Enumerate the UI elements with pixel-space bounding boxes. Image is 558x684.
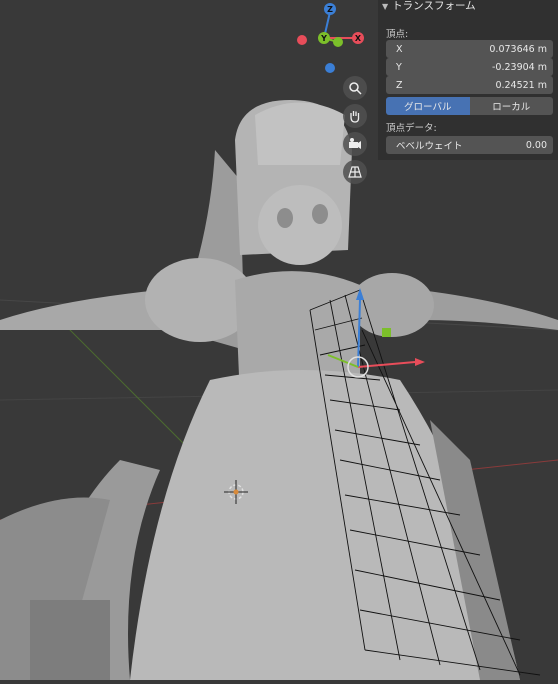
- coordinate-space-toggle[interactable]: グローバル ローカル: [386, 97, 553, 115]
- y-field[interactable]: Y -0.23904 m: [386, 58, 553, 76]
- camera-icon[interactable]: [343, 132, 367, 156]
- x-field[interactable]: X 0.073646 m: [386, 40, 553, 58]
- z-axis-label[interactable]: Z: [324, 3, 336, 15]
- z-field-value: 0.24521 m: [495, 79, 547, 91]
- character-model[interactable]: [0, 100, 558, 680]
- local-button[interactable]: ローカル: [469, 97, 553, 115]
- hand-pan-icon[interactable]: [343, 104, 367, 128]
- transform-panel: ▼ トランスフォーム 頂点: X 0.073646 m Y -0.23904 m …: [378, 0, 558, 160]
- y-field-label: Y: [396, 61, 402, 73]
- bevel-weight-label: ベベルウェイト: [396, 141, 463, 152]
- collapse-caret-icon[interactable]: ▼: [382, 2, 388, 11]
- x-field-value: 0.073646 m: [489, 43, 547, 55]
- zoom-icon[interactable]: [343, 76, 367, 100]
- z-field-label: Z: [396, 79, 403, 91]
- x-axis-label[interactable]: X: [352, 32, 364, 44]
- bevel-weight-value: 0.00: [525, 139, 547, 151]
- bevel-weight-field[interactable]: ベベルウェイト 0.00: [386, 136, 553, 154]
- x-field-label: X: [396, 43, 403, 55]
- global-button[interactable]: グローバル: [386, 97, 470, 115]
- panel-title: トランスフォーム: [392, 0, 476, 12]
- vertex-data-label: 頂点データ:: [386, 123, 437, 134]
- z-field[interactable]: Z 0.24521 m: [386, 76, 553, 94]
- y-field-value: -0.23904 m: [492, 61, 547, 73]
- transform-panel-header[interactable]: ▼ トランスフォーム: [382, 0, 476, 13]
- grid-view-icon[interactable]: [343, 160, 367, 184]
- vertex-label: 頂点:: [386, 29, 409, 40]
- y-axis-label[interactable]: Y: [318, 32, 330, 44]
